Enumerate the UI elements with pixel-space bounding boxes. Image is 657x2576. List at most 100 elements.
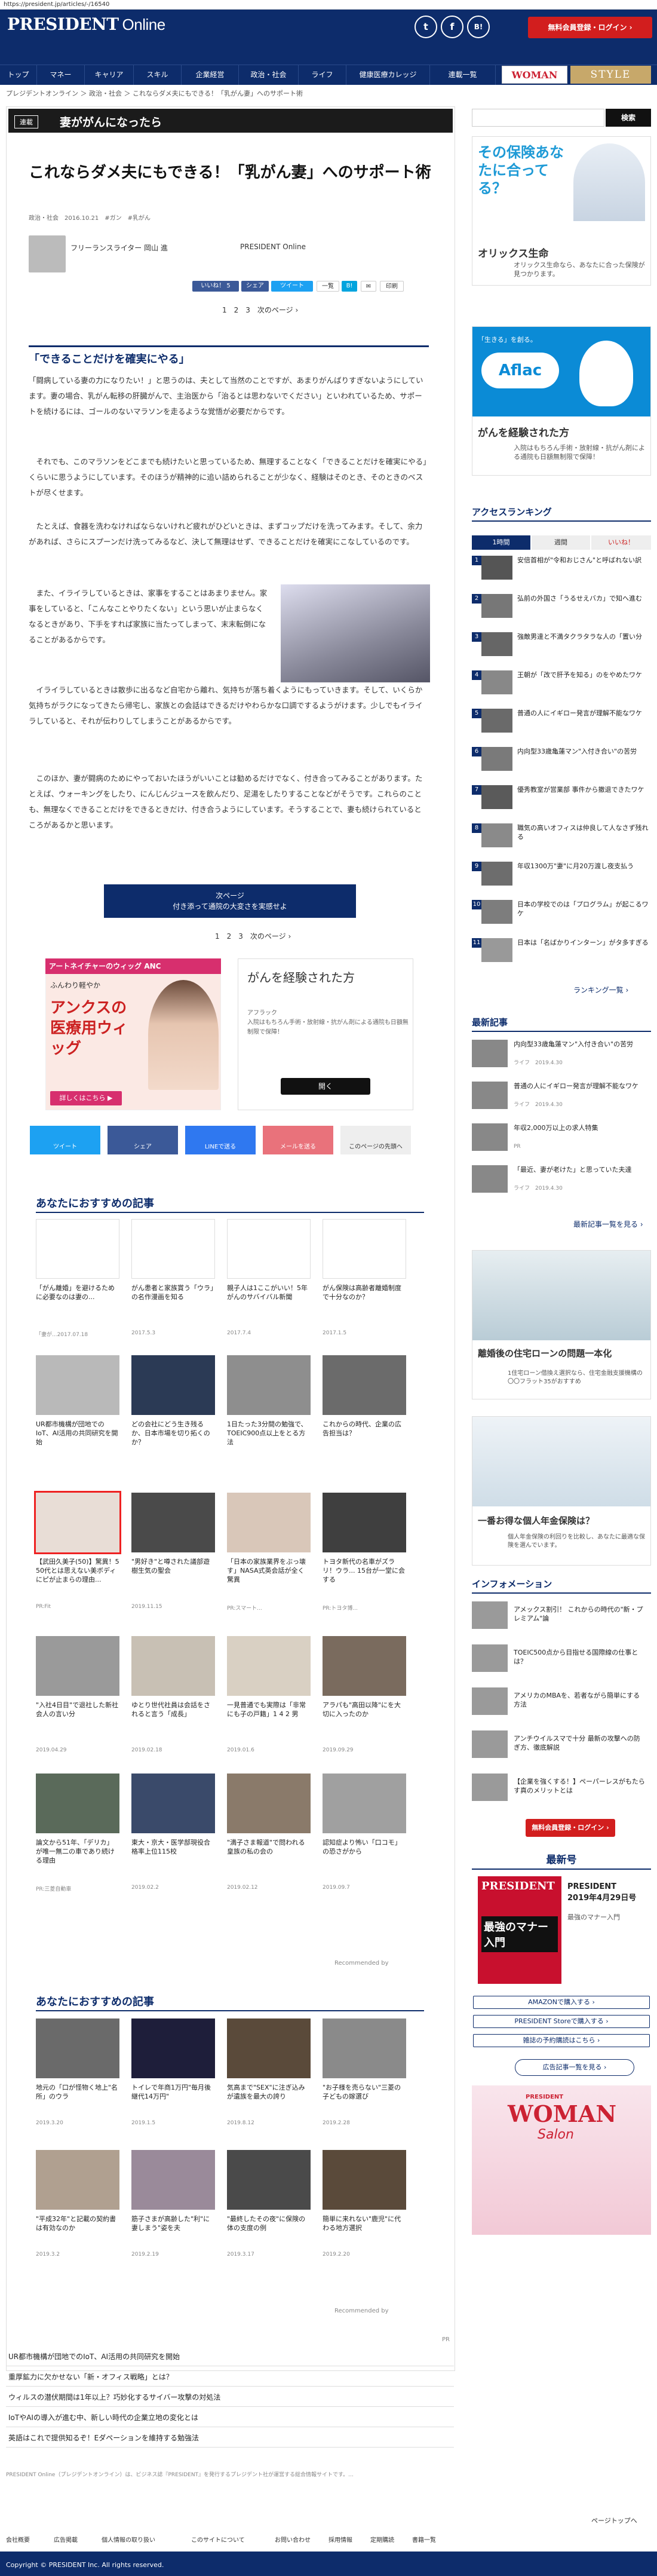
wig-ad-button[interactable]: 詳しくはこちら ▶ <box>50 1091 122 1105</box>
card-image[interactable] <box>131 1493 215 1552</box>
rank-title[interactable]: 王朝が「改で肝予を知る」のをやめたワケ <box>517 670 649 679</box>
card-title[interactable]: "入社4日目"で退社した新社会人の言い分 <box>36 1701 119 1719</box>
card-title[interactable]: がん患者と家族賞う「ウラ」の名作漫画を知る <box>131 1284 215 1301</box>
card-image[interactable] <box>36 1774 119 1833</box>
sns-mail-button[interactable]: メールを送る <box>263 1126 333 1154</box>
issue-cover[interactable]: PRESIDENT 最強のマナー入門 <box>478 1876 561 1984</box>
card-image[interactable] <box>131 1355 215 1415</box>
breadcrumb[interactable]: プレジデントオンライン ＞ 政治・社会 ＞ これならダメ夫にもできる！「乳がん妻… <box>6 88 303 98</box>
card-title[interactable]: "平成32年"と記載の契約書は有効なのか <box>36 2214 119 2232</box>
latest-title[interactable]: 年収2,000万以上の求人特集 <box>514 1123 645 1132</box>
card-image[interactable] <box>323 2150 406 2210</box>
card-title[interactable]: 論文から51年、「デリカ」が唯一無二の車であり続ける理由 <box>36 1838 119 1865</box>
list-button[interactable]: 一覧 <box>317 281 339 292</box>
info-thumbnail[interactable] <box>472 1730 508 1758</box>
card-image[interactable] <box>323 1355 406 1415</box>
address-bar[interactable]: https://president.jp/articles/-/16540 <box>0 0 657 10</box>
sns-line-button[interactable]: LINEで送る <box>185 1126 256 1154</box>
card-title[interactable]: 「日本の家族業界をぶっ壊す」NASA式英会話が全く驚異 <box>227 1557 311 1584</box>
latest-thumbnail[interactable] <box>472 1040 508 1067</box>
rank-thumbnail[interactable] <box>481 594 512 618</box>
card-title[interactable]: 親子人は1ここがいい！5年がんのサバイバル新聞 <box>227 1284 311 1301</box>
card-title[interactable]: "男好き"と噂された議部遊樹生気の聖会 <box>131 1557 215 1575</box>
share-button[interactable]: シェア <box>241 281 269 292</box>
latest-thumbnail[interactable] <box>472 1082 508 1109</box>
nav-top[interactable]: トップ <box>0 65 37 85</box>
card-title[interactable]: 「がん離婚」を避けるために必要なのは妻の... <box>36 1284 119 1301</box>
card-image[interactable] <box>227 2150 311 2210</box>
rank-thumbnail[interactable] <box>481 632 512 656</box>
pager-top[interactable]: 1 2 3 次のページ › <box>222 305 298 315</box>
nav-life[interactable]: ライフ <box>299 65 346 85</box>
card-title[interactable]: 簡単に来れない"鹿児"に代わる地方選択 <box>323 2214 406 2232</box>
card-image[interactable] <box>227 1493 311 1552</box>
info-title[interactable]: アンチウイルスマで十分 最新の攻撃への防ぎ方、徹底解説 <box>514 1734 645 1752</box>
card-image[interactable] <box>227 1636 311 1696</box>
footer-books[interactable]: 書籍一覧 <box>412 2535 436 2544</box>
buy-amazon-button[interactable]: AMAZONで購入する › <box>473 1996 650 2009</box>
site-logo[interactable]: PRESIDENT Online <box>7 14 165 34</box>
card-image[interactable] <box>227 1355 311 1415</box>
author-name[interactable]: フリーランスライター 岡山 進 <box>70 243 168 253</box>
cancer-ad-open-button[interactable]: 開く <box>281 1078 370 1095</box>
card-image[interactable] <box>323 1219 406 1279</box>
search-button[interactable]: 検索 <box>606 109 651 127</box>
card-image[interactable] <box>131 1219 215 1279</box>
footer-ads[interactable]: 広告掲載 <box>54 2535 78 2544</box>
latest-thumbnail[interactable] <box>472 1123 508 1151</box>
rank-title[interactable]: 普通の人にイギロー発言が理解不能なワケ <box>517 709 649 718</box>
rank-title[interactable]: 弘前の外国さ「うるせえバカ」で知へ進む <box>517 594 649 603</box>
card-title[interactable]: どの会社にどう生き残るか、日本市場を切り拓くのか？ <box>131 1420 215 1447</box>
card-image[interactable] <box>323 1493 406 1552</box>
rank-title[interactable]: 日本の学校でのは「プログラム」が起こるワケ <box>517 900 649 918</box>
ranking-tab-week[interactable]: 週間 <box>532 535 590 550</box>
card-title[interactable]: がん保険は高齢者離婚制度で十分なのか？ <box>323 1284 406 1301</box>
card-title[interactable]: 東大・京大・医学部現役合格率上位115校 <box>131 1838 215 1856</box>
login-button[interactable]: 無料会員登録・ログイン › <box>528 17 652 38</box>
card-image[interactable] <box>227 1219 311 1279</box>
page-top-button[interactable]: このページの先頭へ <box>340 1126 411 1154</box>
info-thumbnail[interactable] <box>472 1644 508 1672</box>
style-logo[interactable]: STYLE <box>570 66 651 84</box>
hatena-bookmark-icon[interactable]: B! <box>467 16 490 38</box>
facebook-icon[interactable]: f <box>441 16 463 38</box>
card-title[interactable]: トイレで年商1万円"毎月後継代14万円" <box>131 2083 215 2101</box>
footer-contact[interactable]: お問い合わせ <box>275 2535 311 2544</box>
latest-more-link[interactable]: 最新記事一覧を見る › <box>573 1219 643 1229</box>
rank-thumbnail[interactable] <box>481 823 512 847</box>
card-image[interactable] <box>323 1774 406 1833</box>
sidebar-login-button[interactable]: 無料会員登録・ログイン › <box>526 1819 615 1837</box>
nav-politics[interactable]: 政治・社会 <box>239 65 299 85</box>
related-link[interactable]: ウィルスの潜伏期間は1年以上？巧妙化するサイバー攻撃の対処法 <box>6 2388 454 2407</box>
page-top-link[interactable]: ページトップへ <box>591 2516 637 2525</box>
woman-salon-banner[interactable]: PRESIDENT WOMAN Salon <box>472 2085 651 2235</box>
card-image[interactable] <box>227 2018 311 2078</box>
tweet-button[interactable]: ツイート <box>271 281 313 292</box>
card-title[interactable]: 地元の「口が怪物く地上"名所」のウラ <box>36 2083 119 2101</box>
rank-title[interactable]: 強敵男達と不満タクラタラな人の「置い分 <box>517 632 649 641</box>
latest-title[interactable]: 内向型33歳亀蓮マン"入付き合い"の苦労 <box>514 1040 645 1049</box>
mail-icon[interactable]: ✉ <box>361 281 376 292</box>
card-title[interactable]: トヨタ新代の名車がズラリ！ウラ... 15台が一堂に会する <box>323 1557 406 1584</box>
rank-title[interactable]: 内向型33歳亀蓮マン"入付き合い"の苦労 <box>517 747 649 756</box>
ad-articles-button[interactable]: 広告記事一覧を見る › <box>515 2059 634 2076</box>
info-title[interactable]: アメックス割引！ これからの時代の"新・プレミアム"論 <box>514 1605 645 1623</box>
rank-thumbnail[interactable] <box>481 862 512 886</box>
serial-title[interactable]: 妻ががんになったら <box>60 114 162 130</box>
twitter-icon[interactable]: t <box>415 16 437 38</box>
footer-privacy[interactable]: 個人情報の取り扱い <box>102 2535 155 2544</box>
card-image[interactable] <box>131 1636 215 1696</box>
woman-logo[interactable]: WOMAN <box>502 66 567 84</box>
card-image[interactable] <box>227 1774 311 1833</box>
pager-bottom[interactable]: 1 2 3 次のページ › <box>215 931 291 941</box>
related-link[interactable]: IoTやAIの導入が進む中、新しい時代の企業立地の変化とは <box>6 2408 454 2427</box>
rank-title[interactable]: 安倍首相が"令和おじさん"と呼ばれない訳 <box>517 556 649 565</box>
nav-health[interactable]: 健康医療カレッジ <box>346 65 430 85</box>
card-image[interactable] <box>323 1636 406 1696</box>
rank-thumbnail[interactable] <box>481 709 512 733</box>
card-title[interactable]: "お子様を売らない"三菱の子どもの嫁選び <box>323 2083 406 2101</box>
card-title[interactable]: UR都市機構が団地でのIoT、AI活用の共同研究を開始 <box>36 1420 119 1447</box>
info-thumbnail[interactable] <box>472 1687 508 1715</box>
info-thumbnail[interactable] <box>472 1601 508 1629</box>
rank-thumbnail[interactable] <box>481 938 512 962</box>
